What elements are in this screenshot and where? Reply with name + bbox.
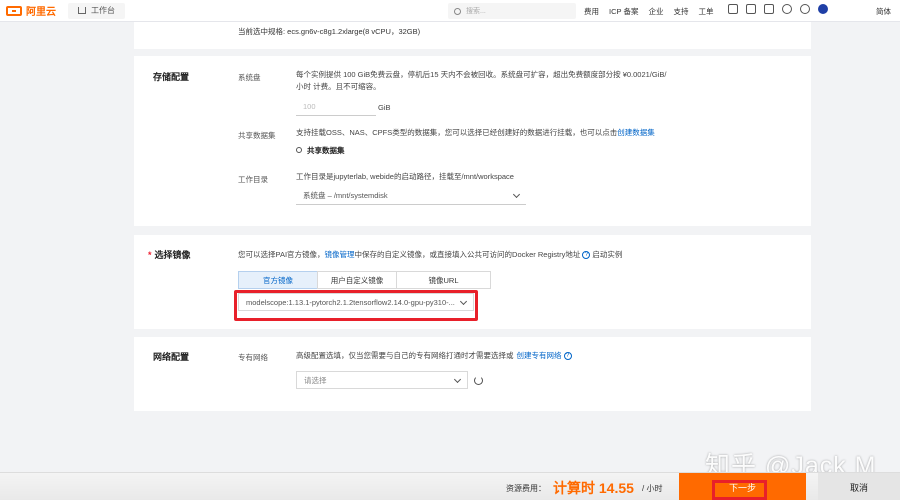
chevron-down-icon [512,190,521,199]
workdir-select[interactable]: 系统盘 – /mnt/systemdisk [296,187,526,205]
image-management-link[interactable]: 镜像管理 [325,250,355,259]
home-icon [78,7,86,14]
tab-image-url[interactable]: 镜像URL [396,271,491,289]
shared-dataset-button[interactable]: 共享数据集 [296,145,345,157]
search-icon [454,7,461,15]
disk-unit: GiB [378,103,391,112]
language-switch[interactable]: 简体 [876,6,891,17]
nav-link-fee[interactable]: 费用 [584,6,599,17]
chevron-down-icon [453,375,462,384]
header-icons [728,4,828,14]
image-tabs: 官方镜像 用户自定义镜像 镜像URL [238,271,491,289]
system-disk-label: 系统盘 [238,73,261,82]
network-card: 网络配置 专有网络 高级配置选填，仅当您需要与自己的专有网络打通时才需要选择或创… [134,337,811,411]
storage-card: 存储配置 系统盘 每个实例提供 100 GiB免费云盘，停机后15 天内不会被回… [134,56,811,226]
search-input[interactable]: 搜索... [448,3,576,19]
storage-title: 存储配置 [153,72,190,82]
grid-icon[interactable] [728,4,738,14]
cart-icon[interactable] [764,4,774,14]
add-circle-icon [296,147,302,153]
fee-label: 资源费用： [506,484,546,493]
fee-unit: / 小时 [642,484,663,493]
current-spec-text: 当前选中规格: ecs.gn6v-c8g1.2xlarge(8 vCPU，32G… [238,27,421,36]
aliyun-logo-icon [6,5,22,16]
image-desc: 您可以选择PAI官方镜像，镜像管理中保存的自定义镜像，或直接填入公共可访问的Do… [238,250,623,260]
nav-link-ticket[interactable]: 工单 [698,6,713,17]
image-title: * 选择镜像 [148,250,191,260]
nav-link-icp[interactable]: ICP 备案 [609,6,638,17]
message-icon[interactable] [746,4,756,14]
workspace-button[interactable]: 工作台 [68,2,125,19]
create-dataset-link[interactable]: 创建数据集 [617,128,655,137]
lightbulb-icon[interactable] [782,4,792,14]
shared-dataset-label: 共享数据集 [238,131,276,140]
nav-link-support[interactable]: 支持 [673,6,688,17]
cancel-button[interactable]: 取消 [818,473,900,500]
workdir-desc: 工作目录是jupyterlab, webide的启动路径，挂载至/mnt/wor… [296,172,514,181]
shared-dataset-desc: 支持挂载OSS、NAS、CPFS类型的数据集，您可以选择已经创建好的数据进行挂载… [296,128,655,137]
fee-value: 计算时 14.55 [553,480,634,496]
refresh-icon[interactable] [474,376,483,385]
spec-card: 当前选中规格: ecs.gn6v-c8g1.2xlarge(8 vCPU，32G… [134,22,811,49]
help-icon[interactable]: ? [582,251,591,260]
help-icon[interactable] [800,4,810,14]
header-links: 费用 ICP 备案 企业 支持 工单 [584,0,723,22]
avatar[interactable] [818,4,828,14]
system-disk-desc-2: 小时 计费。且不可缩容。 [296,82,381,91]
workdir-label: 工作目录 [238,175,268,184]
network-desc: 高级配置选填，仅当您需要与自己的专有网络打通时才需要选择或 创建专有网络? [296,350,574,362]
aliyun-logo[interactable]: 阿里云 [6,3,56,18]
nav-link-enterprise[interactable]: 企业 [648,6,663,17]
create-vpc-link[interactable]: 创建专有网络 [517,351,562,360]
tab-official-image[interactable]: 官方镜像 [238,271,318,289]
system-disk-desc-1: 每个实例提供 100 GiB免费云盘，停机后15 天内不会被回收。系统盘可扩容，… [296,70,667,79]
highlight-box [234,290,478,321]
image-card: * 选择镜像 您可以选择PAI官方镜像，镜像管理中保存的自定义镜像，或直接填入公共… [134,235,811,329]
system-disk-size-input[interactable]: 100 [296,98,376,116]
tab-custom-image[interactable]: 用户自定义镜像 [317,271,397,289]
network-title: 网络配置 [153,352,190,362]
vpc-label: 专有网络 [238,353,268,362]
help-icon[interactable]: ? [563,352,572,361]
next-highlight-box [712,480,767,500]
vpc-select[interactable]: 请选择 [296,371,468,389]
